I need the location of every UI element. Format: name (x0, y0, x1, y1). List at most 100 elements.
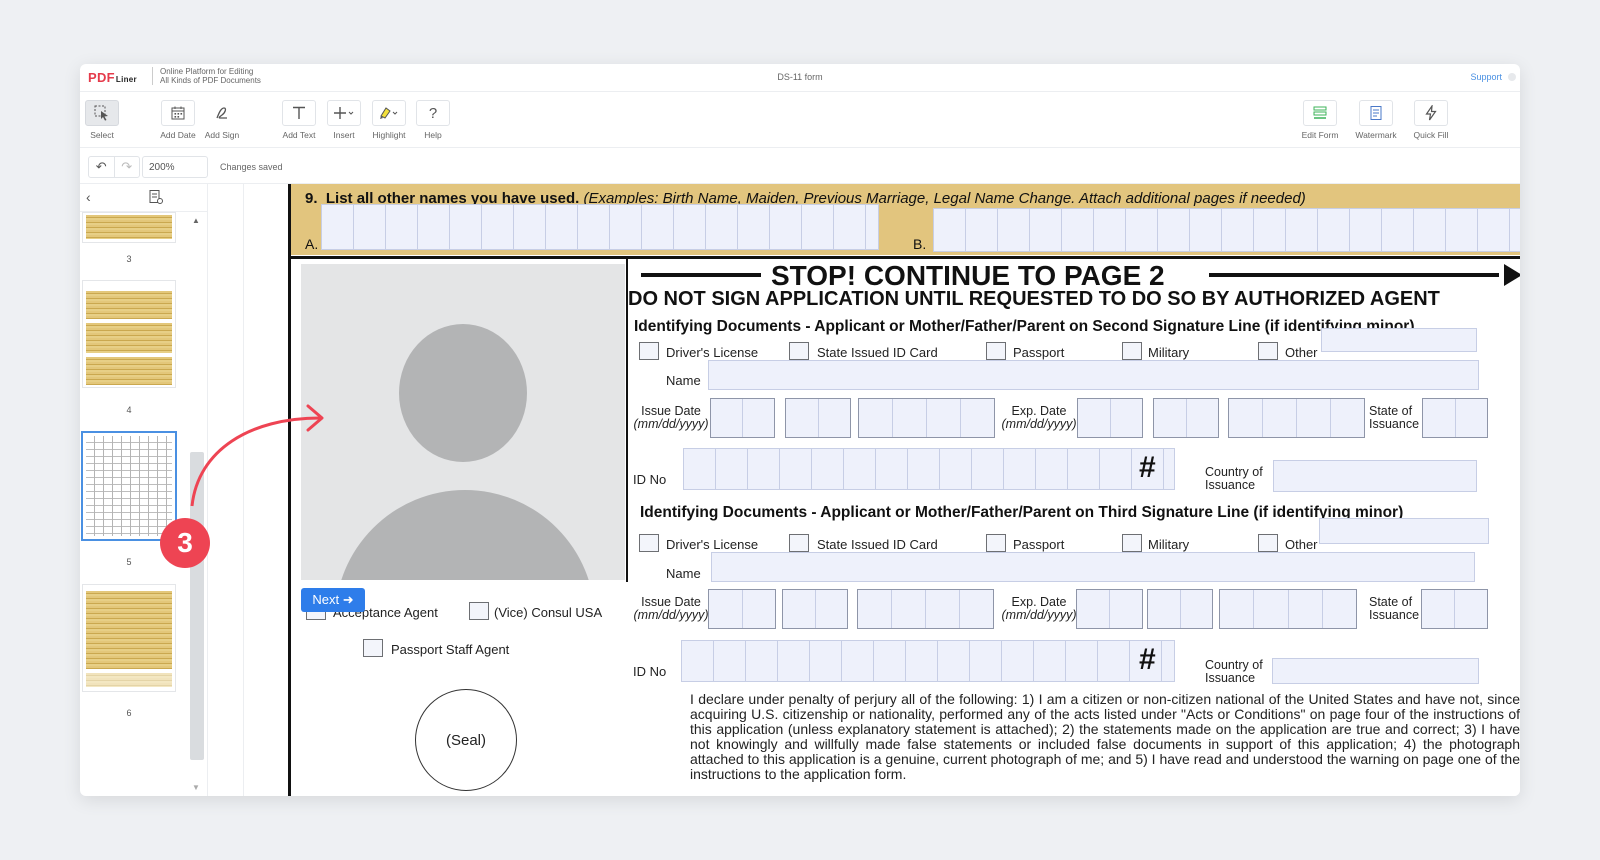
select-tool[interactable]: Select (80, 100, 130, 140)
page-border (288, 184, 291, 796)
section-divider (288, 256, 1520, 259)
drivers-license-checkbox-2[interactable] (639, 342, 659, 360)
passport-staff-checkbox[interactable] (363, 639, 383, 657)
country-issuance-field-3[interactable] (1272, 658, 1479, 684)
watermark-tool[interactable]: Watermark (1348, 100, 1404, 140)
scrollbar-thumb[interactable] (190, 452, 204, 760)
state-issuance-label: State of Issuance (1369, 405, 1419, 431)
tour-step-badge: 3 (160, 518, 210, 568)
support-toggle[interactable] (1508, 73, 1516, 81)
undo-icon[interactable]: ↶ (89, 157, 114, 177)
tour-next-button[interactable]: Next ➜ (301, 588, 365, 612)
page-thumbnail-4[interactable] (82, 280, 176, 388)
add-sign-tool[interactable]: Add Sign (194, 100, 250, 140)
name-label: Name (666, 373, 701, 388)
issue-year-field-2[interactable] (858, 398, 995, 438)
page-settings-icon[interactable] (148, 189, 164, 208)
sidebar-header: ‹ (80, 184, 207, 212)
exp-month-field-3[interactable] (1076, 589, 1143, 629)
passport-checkbox-2[interactable] (986, 342, 1006, 360)
state-issuance-field-3[interactable] (1421, 589, 1488, 629)
id-no-field-2[interactable] (683, 448, 1175, 490)
military-label: Military (1148, 537, 1190, 552)
redo-icon[interactable]: ↷ (113, 157, 140, 177)
date-format-text: (mm/dd/yyyy) (633, 608, 709, 622)
other-label: Other (1285, 537, 1318, 552)
page-thumbnail-3[interactable] (82, 212, 176, 243)
id-no-label: ID No (633, 664, 667, 679)
name-field-3[interactable] (711, 552, 1475, 582)
issue-month-field-3[interactable] (708, 589, 776, 629)
issue-date-label: Issue Date (mm/dd/yyyy) (631, 596, 711, 622)
undo-redo-group: ↶ ↷ (88, 156, 140, 178)
scroll-up-icon[interactable]: ▲ (192, 216, 200, 225)
exp-date-label: Exp. Date (mm/dd/yyyy) (999, 596, 1079, 622)
page-number-4: 4 (126, 405, 132, 415)
drivers-license-label: Driver's License (666, 537, 759, 552)
issue-day-field-2[interactable] (785, 398, 851, 438)
country-issuance-field-2[interactable] (1273, 460, 1477, 492)
page-thumbnail-5[interactable] (82, 432, 176, 540)
issue-year-field-3[interactable] (857, 589, 994, 629)
exp-year-field-2[interactable] (1228, 398, 1365, 438)
exp-day-field-3[interactable] (1147, 589, 1213, 629)
drivers-license-label: Driver's License (666, 345, 759, 360)
page-thumbnail-6[interactable] (82, 584, 176, 692)
add-sign-label: Add Sign (204, 130, 240, 140)
state-issuance-field-2[interactable] (1422, 398, 1488, 438)
name-field-2[interactable] (708, 360, 1479, 390)
zoom-field[interactable]: 200% (142, 156, 208, 178)
military-checkbox-2[interactable] (1122, 342, 1142, 360)
select-icon (85, 100, 119, 126)
other-checkbox-3[interactable] (1258, 534, 1278, 552)
document-gutter (208, 184, 244, 796)
edit-form-tool[interactable]: Edit Form (1292, 100, 1348, 140)
drivers-license-checkbox-3[interactable] (639, 534, 659, 552)
other-name-b-field[interactable] (933, 208, 1520, 252)
photo-placeholder[interactable] (301, 264, 625, 580)
state-id-label: State Issued ID Card (817, 537, 938, 552)
lightning-icon (1414, 100, 1448, 126)
avatar-body (335, 490, 595, 580)
thumbnail-content (86, 323, 172, 353)
other-field-2[interactable] (1321, 328, 1477, 352)
id-no-field-3[interactable] (681, 640, 1175, 682)
issue-month-field-2[interactable] (710, 398, 775, 438)
watermark-icon (1359, 100, 1393, 126)
passport-checkbox-3[interactable] (986, 534, 1006, 552)
military-checkbox-3[interactable] (1122, 534, 1142, 552)
toolbar: Select Add Date Add Sign Add Text Insert (80, 92, 1520, 148)
exp-month-field-2[interactable] (1077, 398, 1143, 438)
other-field-3[interactable] (1319, 518, 1489, 544)
state-id-label: State Issued ID Card (817, 345, 938, 360)
seal-label: (Seal) (445, 731, 486, 749)
scroll-down-icon[interactable]: ▼ (192, 783, 200, 792)
arrow-right-icon (1504, 264, 1520, 286)
section-9: 9. List all other names you have used. (… (291, 184, 1520, 255)
calendar-icon (161, 100, 195, 126)
issue-day-field-3[interactable] (782, 589, 848, 629)
country-issuance-label: Country of Issuance (1205, 466, 1263, 492)
other-checkbox-2[interactable] (1258, 342, 1278, 360)
passport-label: Passport (1013, 345, 1065, 360)
other-label: Other (1285, 345, 1318, 360)
highlight-label: Highlight (372, 130, 406, 140)
other-name-a-field[interactable] (321, 204, 879, 250)
help-label: Help (424, 130, 442, 140)
do-not-sign-warning: DO NOT SIGN APPLICATION UNTIL REQUESTED … (628, 288, 1440, 310)
avatar-head (399, 324, 527, 462)
vice-consul-checkbox[interactable] (469, 602, 489, 620)
support-link[interactable]: Support (1470, 72, 1502, 82)
state-id-checkbox-2[interactable] (789, 342, 809, 360)
name-label: Name (666, 566, 701, 581)
state-issuance-label: State of Issuance (1369, 596, 1419, 622)
chevron-left-icon[interactable]: ‹ (86, 189, 91, 205)
sidebar-scrollbar[interactable]: ▲ ▼ (188, 212, 206, 796)
date-format-text: (mm/dd/yyyy) (1001, 608, 1077, 622)
quick-fill-tool[interactable]: Quick Fill (1403, 100, 1459, 140)
exp-year-field-3[interactable] (1219, 589, 1357, 629)
state-id-checkbox-3[interactable] (789, 534, 809, 552)
exp-day-field-2[interactable] (1153, 398, 1219, 438)
thumbnail-content (86, 291, 172, 319)
help-tool[interactable]: ? Help (405, 100, 461, 140)
